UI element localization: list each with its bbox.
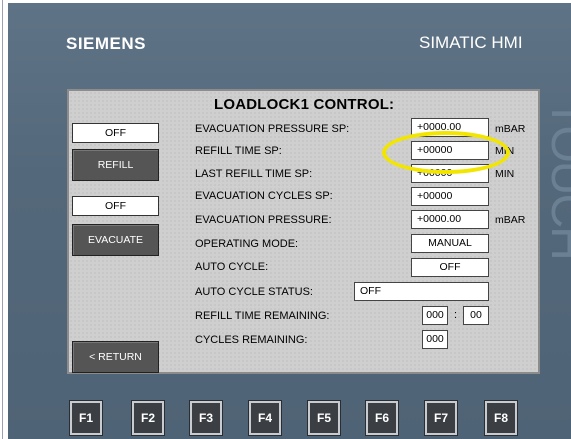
hmi-screen: LOADLOCK1 CONTROL: OFF REFILL OFF EVACUA… — [67, 89, 540, 374]
model-label: SIMATIC HMI — [419, 33, 523, 52]
f1-key[interactable]: F1 — [70, 401, 102, 435]
f6-key[interactable]: F6 — [366, 401, 398, 435]
f8-key[interactable]: F8 — [485, 401, 517, 435]
refill-time-remaining-label: REFILL TIME REMAINING: — [195, 310, 330, 322]
touch-watermark: TOUCH — [541, 99, 571, 259]
evacuate-status: OFF — [72, 196, 159, 216]
window-edge — [2, 0, 3, 439]
refill-time-sp-label: REFILL TIME SP: — [195, 145, 282, 157]
auto-cycle-status-field: OFF — [354, 282, 489, 301]
last-refill-time-sp-label: LAST REFILL TIME SP: — [195, 168, 313, 180]
evacuation-cycles-sp-field[interactable]: +00000 — [411, 187, 489, 206]
cycles-remaining-field: 000 — [422, 330, 448, 349]
auto-cycle-status-label: AUTO CYCLE STATUS: — [195, 286, 313, 298]
evacuation-pressure-unit: mBAR — [495, 214, 526, 226]
time-separator: : — [454, 309, 458, 321]
hmi-bezel: SIEMENS SIMATIC HMI TOUCH LOADLOCK1 CONT… — [8, 3, 571, 439]
page-title: LOADLOCK1 CONTROL: — [214, 96, 395, 113]
brand-logo: SIEMENS — [66, 34, 147, 53]
cycles-remaining-label: CYCLES REMAINING: — [195, 334, 308, 346]
evacuation-cycles-sp-label: EVACUATION CYCLES SP: — [195, 190, 333, 202]
f7-key[interactable]: F7 — [425, 401, 457, 435]
evacuation-pressure-sp-unit: mBAR — [495, 123, 526, 135]
evacuation-pressure-sp-label: EVACUATION PRESSURE SP: — [195, 123, 350, 135]
last-refill-time-sp-unit: MIN — [495, 168, 515, 180]
refill-status: OFF — [72, 123, 159, 143]
refill-time-remaining-sec-field: 00 — [463, 306, 489, 325]
refill-button[interactable]: REFILL — [72, 149, 159, 181]
f4-key[interactable]: F4 — [249, 401, 281, 435]
return-button[interactable]: < RETURN — [72, 341, 159, 373]
refill-time-remaining-min-field: 000 — [422, 306, 448, 325]
f3-key[interactable]: F3 — [190, 401, 222, 435]
evacuation-pressure-label: EVACUATION PRESSURE: — [195, 214, 332, 226]
highlight-circle — [382, 131, 510, 174]
operating-mode-label: OPERATING MODE: — [195, 238, 299, 250]
auto-cycle-label: AUTO CYCLE: — [195, 261, 269, 273]
f5-key[interactable]: F5 — [308, 401, 340, 435]
evacuate-button[interactable]: EVACUATE — [72, 224, 159, 256]
operating-mode-field[interactable]: MANUAL — [411, 234, 489, 253]
f2-key[interactable]: F2 — [132, 401, 164, 435]
auto-cycle-field[interactable]: OFF — [411, 258, 489, 277]
evacuation-pressure-field: +0000.00 — [411, 210, 489, 229]
